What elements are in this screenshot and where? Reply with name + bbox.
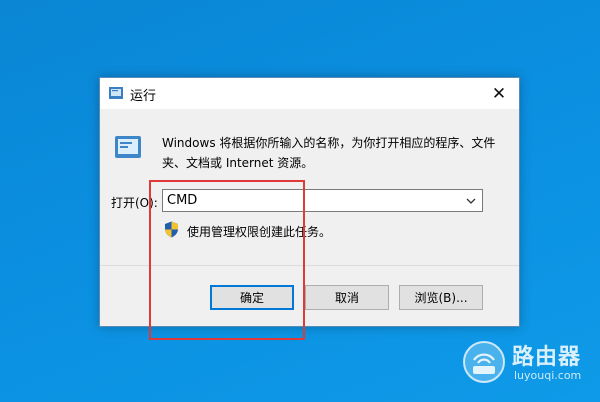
title-bar: 运行 ✕ [100, 78, 519, 109]
button-divider [100, 265, 519, 266]
watermark-subtitle: luyouqi.com [514, 369, 582, 382]
run-program-icon [115, 136, 141, 158]
open-combobox[interactable]: CMD [162, 189, 483, 212]
router-logo-icon [463, 341, 505, 383]
cancel-button[interactable]: 取消 [305, 285, 389, 310]
admin-note: 使用管理权限创建此任务。 [187, 225, 332, 239]
open-input[interactable]: CMD [167, 193, 197, 208]
site-watermark: 路由器 luyouqi.com [462, 338, 587, 388]
dialog-title: 运行 [130, 89, 157, 104]
watermark-title: 路由器 [512, 345, 582, 370]
open-label: 打开(O): [111, 196, 158, 210]
chevron-down-icon[interactable] [464, 194, 478, 208]
ok-button[interactable]: 确定 [210, 285, 294, 310]
run-app-icon [109, 87, 123, 99]
run-dialog: 运行 ✕ Windows 将根据你所输入的名称，为你打开相应的程序、文件夹、文档… [99, 77, 520, 327]
browse-button[interactable]: 浏览(B)... [399, 285, 483, 310]
close-icon: ✕ [491, 83, 507, 104]
close-button[interactable]: ✕ [479, 78, 519, 109]
run-description: Windows 将根据你所输入的名称，为你打开相应的程序、文件夹、文档或 Int… [162, 136, 496, 170]
uac-shield-icon [165, 221, 178, 238]
